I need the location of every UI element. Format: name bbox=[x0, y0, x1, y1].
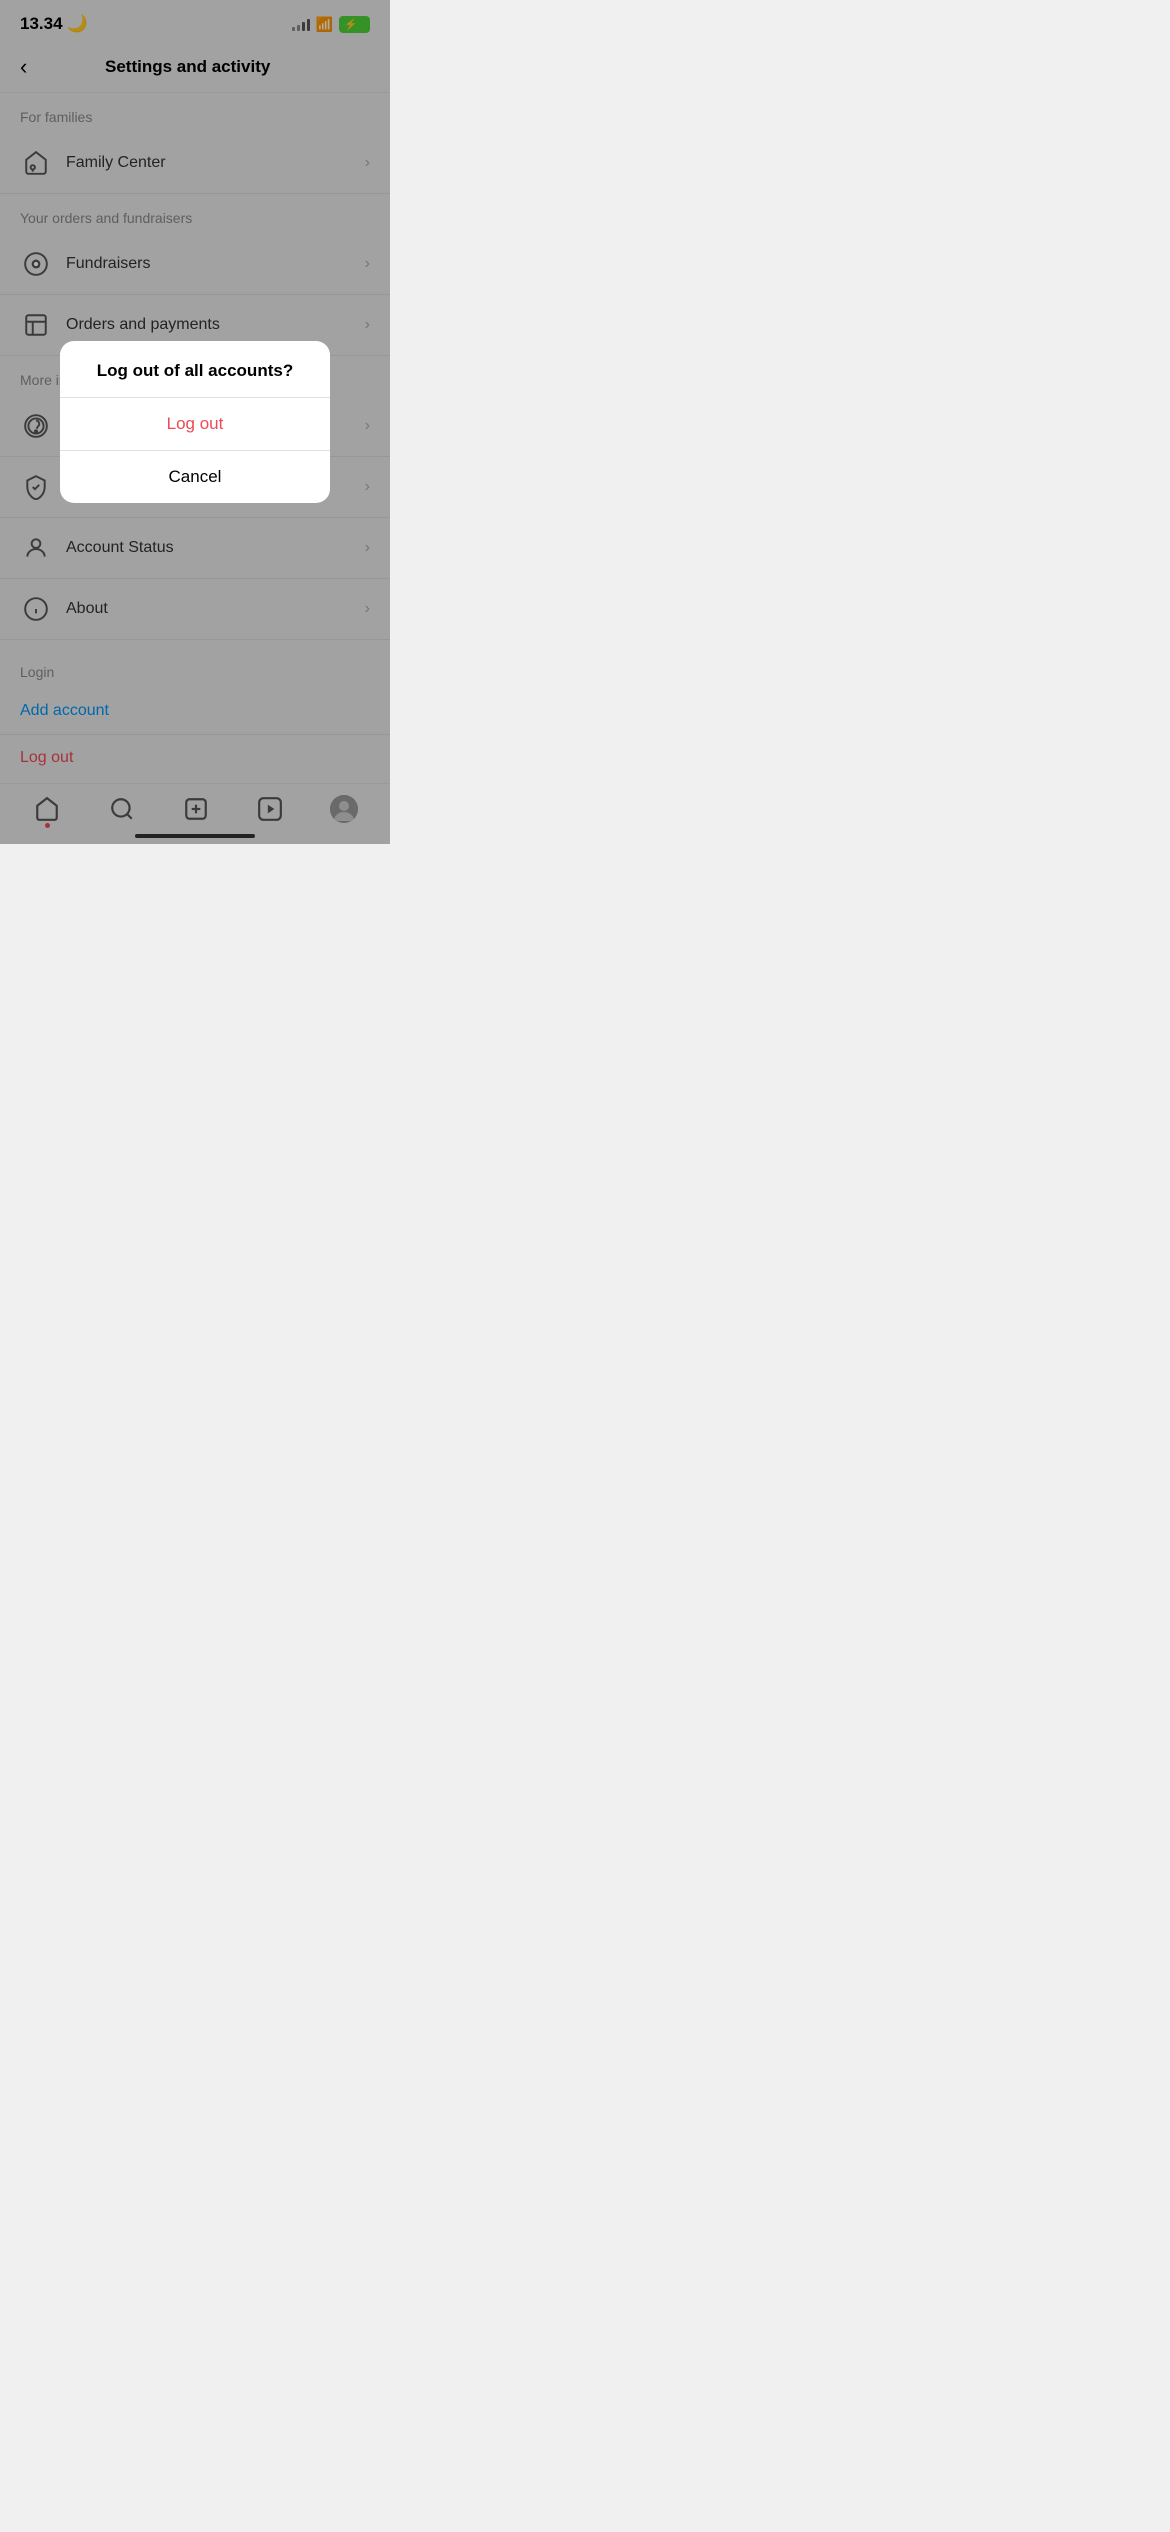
modal-cancel-button[interactable]: Cancel bbox=[60, 451, 330, 503]
modal-overlay: Log out of all accounts? Log out Cancel bbox=[0, 0, 390, 844]
modal-logout-button[interactable]: Log out bbox=[60, 398, 330, 450]
logout-modal: Log out of all accounts? Log out Cancel bbox=[60, 341, 330, 503]
modal-title: Log out of all accounts? bbox=[60, 341, 330, 397]
